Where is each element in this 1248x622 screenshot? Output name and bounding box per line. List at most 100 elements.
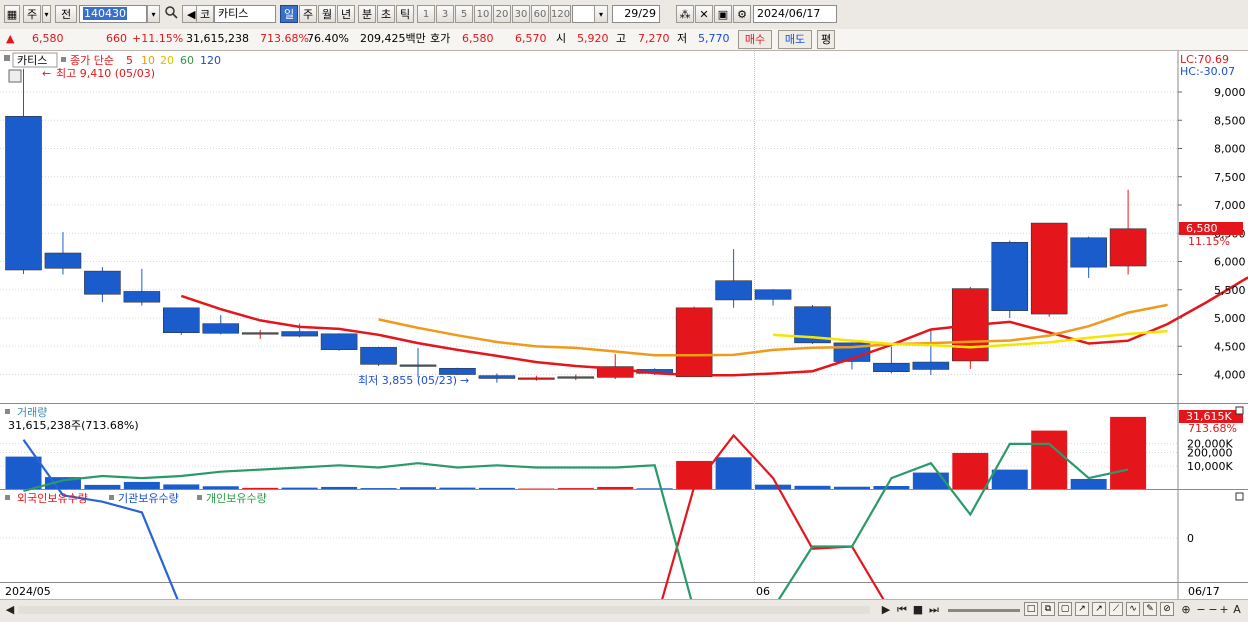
ask-value: 6,580 xyxy=(462,32,494,46)
holder-close-icon[interactable] xyxy=(1236,493,1243,500)
candle-body xyxy=(124,291,160,302)
chart-svg[interactable]: 9,0008,5008,0007,5007,0006,5006,0005,500… xyxy=(0,51,1248,599)
magnify-icon[interactable]: ⊕ xyxy=(1180,603,1192,617)
calculator-icon[interactable] xyxy=(9,70,21,82)
stop-icon[interactable]: ■ xyxy=(911,603,925,617)
zoom-out-icon[interactable]: − xyxy=(1196,603,1206,617)
draw-tool-icon-9[interactable]: ⊘ xyxy=(1160,602,1174,616)
period-tick-button[interactable]: 틱 xyxy=(396,5,414,23)
volume-bar xyxy=(124,482,160,489)
draw-tool-icon-6[interactable]: ⟋ xyxy=(1109,602,1123,616)
period-second-button[interactable]: 초 xyxy=(377,5,395,23)
market-kosdaq-button[interactable]: 코 xyxy=(196,5,214,23)
draw-tool-icon-3[interactable]: ▢ xyxy=(1058,602,1072,616)
candle-body xyxy=(84,271,120,294)
quote-bar: ▲ 6,580 660 +11.15% 31,615,238 713.68% 7… xyxy=(0,29,1248,51)
open-label: 시 xyxy=(556,32,566,46)
buy-button[interactable]: 매수 xyxy=(738,30,772,49)
interval-dropdown-icon[interactable]: ▾ xyxy=(594,5,608,23)
candle-body xyxy=(1071,238,1107,267)
scroll-right-icon[interactable]: ▶ xyxy=(880,603,892,617)
stock-code-input[interactable]: 140430 xyxy=(79,5,147,23)
volume-bar xyxy=(400,487,436,489)
code-dropdown-icon[interactable]: ▾ xyxy=(147,5,160,23)
candle-body xyxy=(45,253,81,268)
period-week-button[interactable]: 주 xyxy=(299,5,317,23)
candle-body xyxy=(400,365,436,367)
x-label-end: 06/17 xyxy=(1188,585,1220,598)
volume-bar xyxy=(755,485,791,489)
chart-area[interactable]: 9,0008,5008,0007,5007,0006,5006,0005,500… xyxy=(0,51,1248,599)
candle-body xyxy=(242,333,278,335)
crosshair-icon[interactable]: ✕ xyxy=(695,5,713,23)
volume-bar xyxy=(84,485,120,489)
price-tick-label: 6,000 xyxy=(1214,256,1246,269)
rewind-icon[interactable]: ⏮ xyxy=(895,603,909,617)
volume-bar xyxy=(6,457,42,489)
volume-bar xyxy=(716,457,752,489)
volume-bar xyxy=(439,488,475,489)
volume-bar xyxy=(321,487,357,489)
candle-body xyxy=(755,290,791,300)
candle-body xyxy=(203,324,239,334)
sell-button[interactable]: 매도 xyxy=(778,30,812,49)
zoom-in-icon[interactable]: + xyxy=(1219,603,1229,617)
scroll-track[interactable] xyxy=(18,606,870,614)
interval-20-button[interactable]: 20 xyxy=(493,5,511,23)
individual-marker-icon xyxy=(197,495,202,500)
auto-scale-icon[interactable]: A xyxy=(1231,603,1243,617)
draw-tool-icon-4[interactable]: ↗ xyxy=(1075,602,1089,616)
interval-1-button[interactable]: 1 xyxy=(417,5,435,23)
low-arrow-icon: → xyxy=(460,374,469,387)
volume-bar xyxy=(1110,417,1146,489)
period-year-button[interactable]: 년 xyxy=(337,5,355,23)
volume-bar xyxy=(676,461,712,489)
current-price: ▲ xyxy=(6,32,14,46)
evaluate-button[interactable]: 평 xyxy=(817,30,835,49)
stock-name-field[interactable]: 카티스 xyxy=(214,5,276,23)
interval-30-button[interactable]: 30 xyxy=(512,5,530,23)
interval-60-button[interactable]: 60 xyxy=(531,5,549,23)
save-icon[interactable]: ▣ xyxy=(714,5,732,23)
volume-info: 31,615,238주(713.68%) xyxy=(8,419,139,432)
fast-forward-icon[interactable]: ⏭ xyxy=(927,603,941,617)
market-type-button[interactable]: 주 xyxy=(23,5,41,23)
interval-120-button[interactable]: 120 xyxy=(550,5,571,23)
trade-amount: 209,425백만 xyxy=(360,32,426,46)
search-icon[interactable] xyxy=(162,5,180,23)
settings-icon[interactable]: ⚙ xyxy=(733,5,751,23)
candle-body xyxy=(992,242,1028,310)
volume-bar xyxy=(163,484,199,489)
volume-bar xyxy=(361,488,397,489)
ma-marker-icon xyxy=(61,57,66,62)
draw-tool-icon-8[interactable]: ✎ xyxy=(1143,602,1157,616)
period-day-button[interactable]: 일 xyxy=(280,5,298,23)
period-minute-button[interactable]: 분 xyxy=(358,5,376,23)
chart-toolbar: ▦ 주 ▾ 전 140430 ▾ ◀· 코 카티스 일 주 월 년 분 초 틱 … xyxy=(0,0,1248,30)
institution-marker-icon xyxy=(109,495,114,500)
draw-tool-icon-5[interactable]: ↗ xyxy=(1092,602,1106,616)
interval-10-button[interactable]: 10 xyxy=(474,5,492,23)
interval-5-button[interactable]: 5 xyxy=(455,5,473,23)
volume-close-icon[interactable] xyxy=(1236,407,1243,414)
chart-menu-icon[interactable]: ▦ xyxy=(4,5,20,23)
market-scope-button[interactable]: 전 xyxy=(55,5,77,23)
minus-icon[interactable]: − xyxy=(1208,603,1218,617)
data-count-field[interactable]: 29/29 xyxy=(612,5,660,23)
price-tick-label: 4,500 xyxy=(1214,340,1246,353)
legend-foreign: 외국인보유수량 xyxy=(17,492,88,505)
market-dropdown-icon[interactable]: ▾ xyxy=(42,5,51,23)
chart-tool-icon[interactable]: ⁂ xyxy=(676,5,694,23)
volume-ratio: 713.68% xyxy=(260,32,309,46)
period-month-button[interactable]: 월 xyxy=(318,5,336,23)
date-field[interactable]: 2024/06/17 xyxy=(753,5,837,23)
legend-institution: 기관보유수량 xyxy=(118,492,179,505)
interval-3-button[interactable]: 3 xyxy=(436,5,454,23)
candle-body xyxy=(716,281,752,300)
draw-tool-icon-7[interactable]: ∿ xyxy=(1126,602,1140,616)
draw-tool-icon-2[interactable]: ⧉ xyxy=(1041,602,1055,616)
scroll-left-icon[interactable]: ◀ xyxy=(4,603,16,617)
zoom-slider[interactable] xyxy=(948,609,1020,612)
draw-tool-icon-1[interactable]: □ xyxy=(1024,602,1038,616)
price-change-pct: +11.15% xyxy=(132,32,183,46)
